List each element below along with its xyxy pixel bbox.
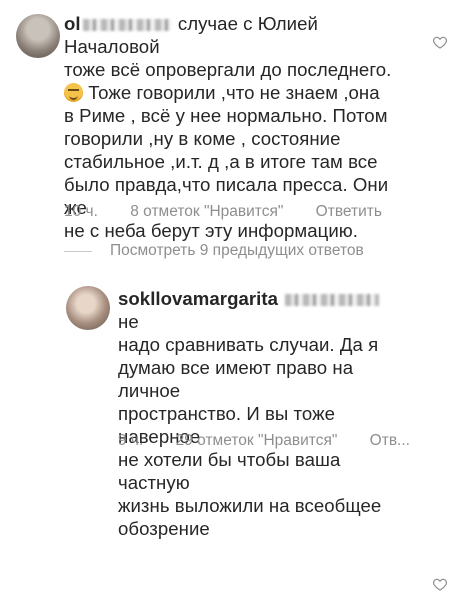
- heart-outline-icon[interactable]: [432, 576, 448, 592]
- comment-line: тоже всё опровергали до последнего.: [64, 59, 392, 80]
- avatar[interactable]: [16, 14, 60, 58]
- comment-line: в Риме , всё у нее нормально. Потом: [64, 105, 388, 126]
- smirking-face-emoji-icon: [64, 83, 83, 102]
- comment-line: не с неба берут эту информацию.: [64, 220, 358, 241]
- likes-count[interactable]: 8 отметок "Нравится": [130, 203, 283, 220]
- avatar[interactable]: [66, 286, 110, 330]
- username[interactable]: sokllovamargarita: [118, 288, 278, 309]
- comment-meta: 10 ч. 8 отметок "Нравится" Ответить: [64, 203, 410, 221]
- comment-line: обозрение: [118, 518, 210, 539]
- divider: [64, 250, 92, 252]
- comment-line: не хотели бы чтобы ваша частную: [118, 449, 341, 493]
- comment-line: жизнь выложили на всеобщее: [118, 495, 382, 516]
- comment-line: стабильное ,и.т. д ,а в итоге там все: [64, 151, 378, 172]
- comment-line: Тоже говорили ,что не знаем ,она: [88, 82, 380, 103]
- comment-line: думаю все имеют право на личное: [118, 357, 354, 401]
- view-replies-label[interactable]: Посмотреть 9 предыдущих ответов: [110, 242, 364, 260]
- comment-line: не: [118, 311, 139, 332]
- comment-line: надо сравнивать случаи. Да я: [118, 334, 379, 355]
- blurred-mention: [285, 294, 380, 307]
- view-previous-replies[interactable]: Посмотреть 9 предыдущих ответов: [64, 242, 364, 260]
- comment-line: говорили ,ну в коме , состояние: [64, 128, 341, 149]
- comment-time: 10 ч.: [64, 203, 98, 220]
- comment-time: 9 ч.: [118, 432, 144, 449]
- comment-meta: 9 ч. 29 отметок "Нравится" Отв...: [118, 432, 438, 450]
- reply-button[interactable]: Отв...: [370, 432, 410, 449]
- username[interactable]: ol: [64, 13, 81, 34]
- blurred-mention: [82, 19, 171, 32]
- reply-button[interactable]: Ответить: [316, 203, 382, 220]
- heart-outline-icon[interactable]: [432, 34, 448, 50]
- likes-count[interactable]: 29 отметок "Нравится": [176, 432, 338, 449]
- comment-text: sokllovamargarita не надо сравнивать слу…: [118, 287, 398, 540]
